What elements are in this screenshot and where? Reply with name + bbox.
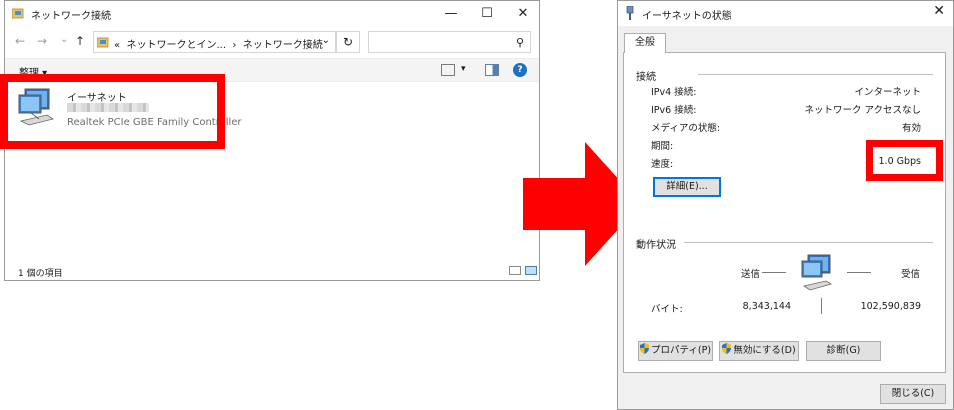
properties-button-label: プロパティ(P) (650, 345, 712, 356)
sent-label: 送信 (741, 269, 761, 280)
change-view-icon[interactable] (441, 64, 455, 76)
details-button[interactable]: 詳細(E)... (653, 177, 721, 197)
search-icon: ⚲ (515, 36, 524, 49)
up-button[interactable]: ↑ (75, 34, 85, 48)
status-bar-item-count: 1 個の項目 (18, 269, 63, 279)
chevron-down-icon[interactable]: ⌄ (322, 35, 330, 46)
window-title: ネットワーク接続 (31, 11, 111, 22)
bytes-received-value: 102,590,839 (860, 301, 921, 312)
tab-general[interactable]: 全般 (624, 33, 666, 53)
close-button[interactable]: ✕ (505, 1, 541, 26)
dialog-title: イーサネットの状態 (642, 11, 732, 22)
breadcrumb-separator: › (232, 40, 237, 51)
breadcrumb-overflow[interactable]: « (114, 40, 120, 51)
preview-pane-icon[interactable] (485, 64, 499, 76)
section-divider (698, 74, 933, 75)
received-line (847, 272, 871, 273)
forward-button[interactable]: → (37, 34, 47, 48)
close-icon[interactable]: ✕ (933, 3, 945, 19)
chevron-down-icon[interactable]: ▾ (461, 64, 466, 74)
bytes-label: バイト: (651, 304, 683, 315)
highlight-box-speed (866, 140, 943, 181)
sent-line (762, 272, 786, 273)
bytes-sent-value: 8,343,144 (742, 301, 791, 312)
details-view-icon[interactable] (509, 266, 521, 275)
diagnose-button[interactable]: 診断(G) (806, 341, 881, 361)
received-label: 受信 (901, 269, 921, 280)
network-folder-icon (12, 8, 24, 19)
shield-icon (722, 343, 732, 354)
address-bar[interactable]: « ネットワークとイン... › ネットワーク接続 ⌄ (93, 31, 336, 53)
disable-button-label: 無効にする(D) (733, 345, 796, 356)
highlight-box-adapter (0, 74, 225, 149)
close-dialog-button[interactable]: 閉じる(C) (880, 384, 946, 404)
media-state-label: メディアの状態: (651, 123, 721, 134)
large-icons-view-icon[interactable] (525, 266, 537, 275)
media-state-value: 有効 (901, 123, 921, 134)
activity-divider (821, 298, 822, 314)
search-input[interactable]: ⚲ (368, 31, 531, 53)
activity-section-header: 動作状況 (636, 240, 676, 251)
refresh-button[interactable]: ↻ (336, 31, 360, 53)
breadcrumb: « ネットワークとイン... › ネットワーク接続 (114, 36, 323, 51)
ethernet-plug-icon (626, 6, 634, 20)
breadcrumb-item-network-internet[interactable]: ネットワークとイン... (126, 40, 226, 51)
ethernet-status-dialog: イーサネットの状態 ✕ 全般 接続 IPv4 接続: インターネット IPv6 … (617, 0, 954, 410)
back-button[interactable]: ← (15, 34, 25, 48)
ipv6-label: IPv6 接続: (651, 105, 697, 116)
disable-button[interactable]: 無効にする(D) (719, 341, 799, 361)
dialog-title-bar: イーサネットの状態 ✕ (618, 1, 953, 26)
connection-section-header: 接続 (636, 72, 656, 83)
view-toggle-group (505, 266, 537, 278)
section-divider (684, 242, 933, 243)
network-computer-icon (801, 254, 832, 291)
title-bar: ネットワーク接続 — ☐ ✕ (5, 1, 539, 26)
speed-label: 速度: (651, 159, 674, 170)
duration-label: 期間: (651, 141, 674, 152)
properties-button[interactable]: プロパティ(P) (638, 341, 713, 361)
general-tab-panel: 接続 IPv4 接続: インターネット IPv6 接続: ネットワーク アクセス… (623, 52, 946, 373)
network-folder-icon (97, 37, 109, 48)
maximize-button[interactable]: ☐ (469, 1, 505, 26)
shield-icon (639, 343, 649, 354)
help-icon[interactable]: ? (513, 63, 527, 77)
ipv4-value: インターネット (854, 87, 921, 98)
recent-locations-button[interactable]: ⌄ (60, 34, 68, 45)
ipv6-value: ネットワーク アクセスなし (804, 105, 921, 116)
minimize-button[interactable]: — (433, 1, 469, 26)
ipv4-label: IPv4 接続: (651, 87, 697, 98)
breadcrumb-item-network-connections[interactable]: ネットワーク接続 (243, 40, 323, 51)
